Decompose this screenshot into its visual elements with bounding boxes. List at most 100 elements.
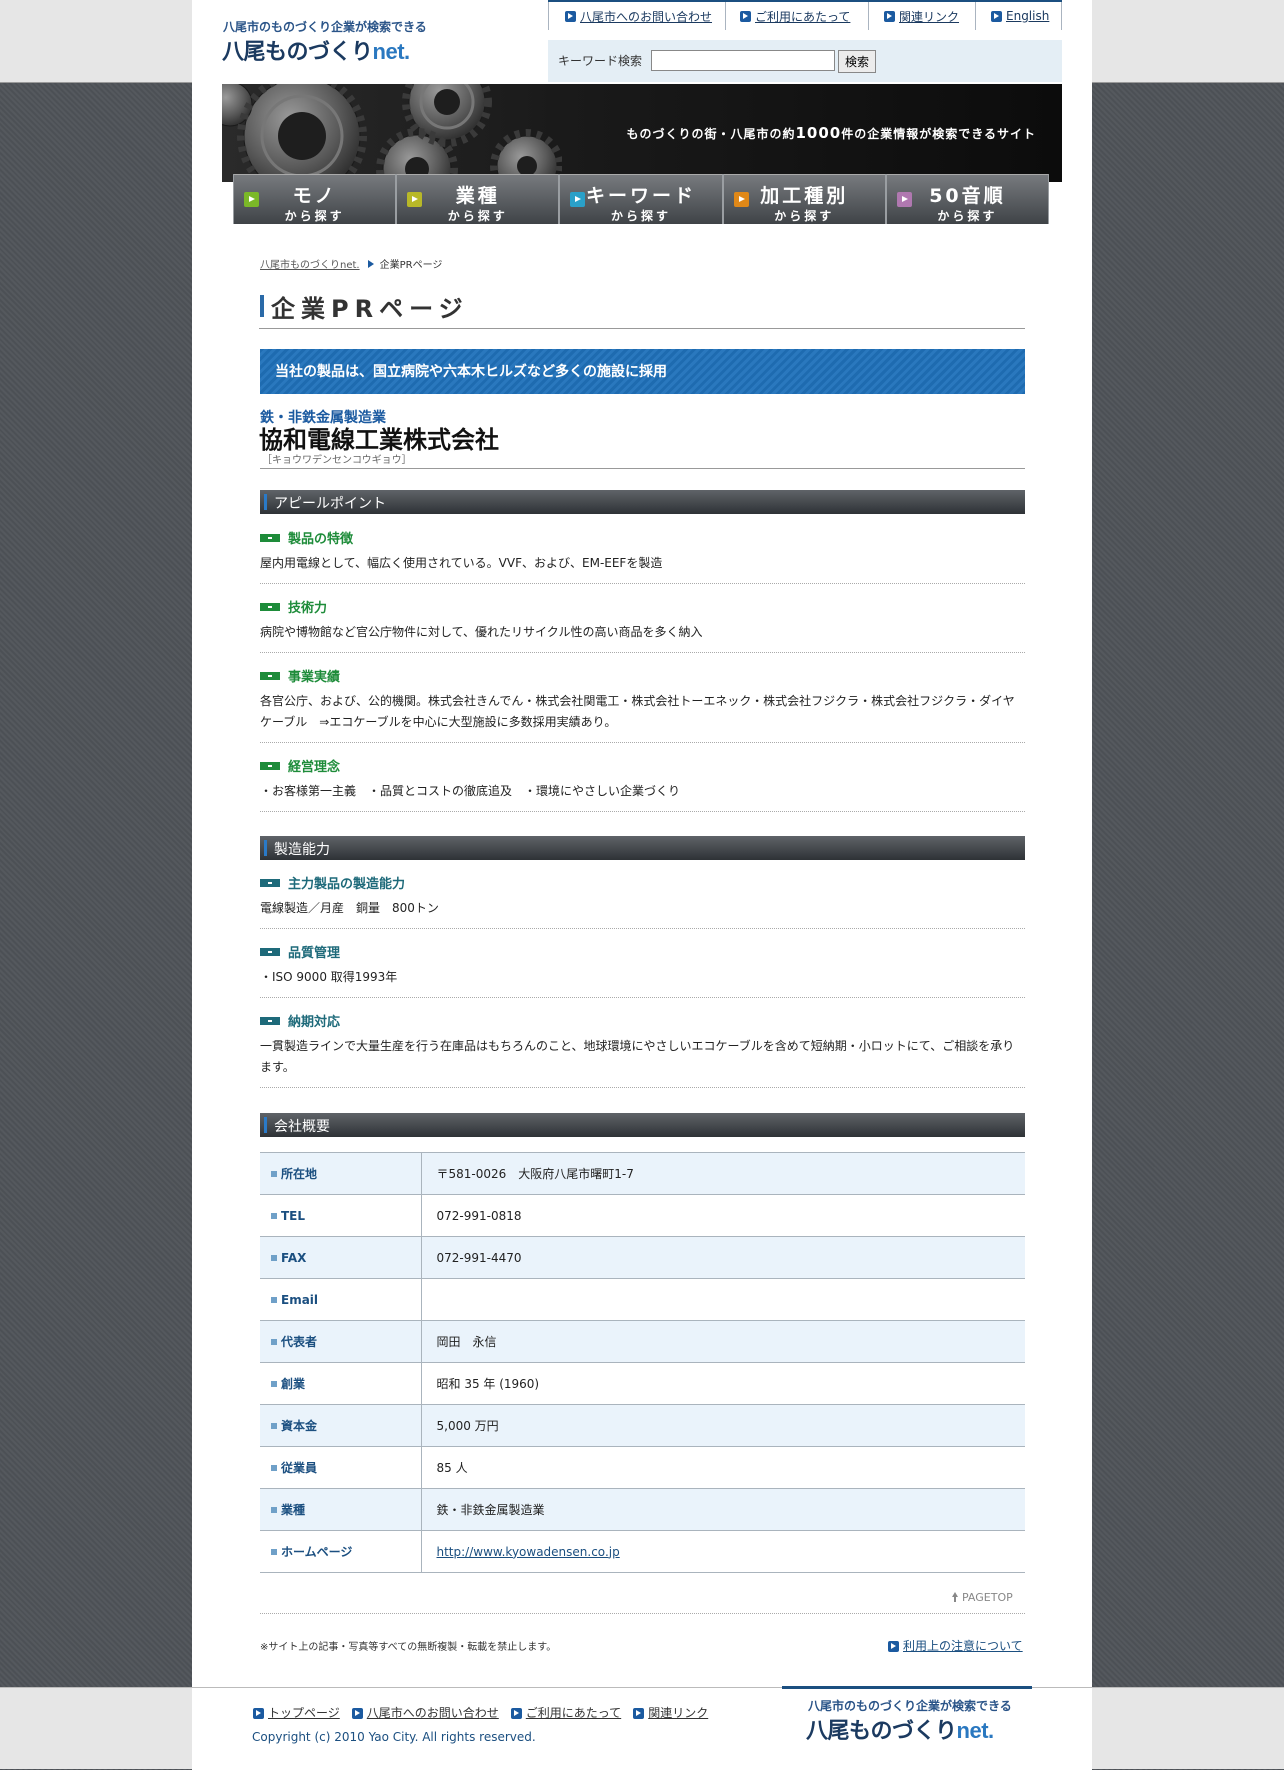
capability-item-title: 品質管理	[260, 942, 1025, 961]
section-heading-appeal: アピールポイント	[260, 490, 1025, 514]
capability-item: 品質管理 ・ISO 9000 取得1993年	[260, 942, 1025, 988]
arrow-icon	[244, 192, 259, 207]
appeal-item-title: 経営理念	[260, 756, 1025, 775]
main-navigation: モノ から探す 業種 から探す キーワード から探す 加工種別 から探す 50音順 から探…	[233, 174, 1049, 224]
capability-item-title: 主力製品の製造能力	[260, 873, 1025, 892]
appeal-item: 経営理念・お客様第一主義 ・品質とコストの徹底追及 ・環境にやさしい企業づくり	[260, 756, 1025, 802]
toplink-label: 関連リンク	[899, 9, 960, 24]
appeal-item-title-text: 事業実績	[288, 670, 341, 685]
toplink-english[interactable]: English	[975, 2, 1062, 30]
search-input[interactable]	[651, 50, 835, 71]
site-logo-suffix: net.	[372, 39, 411, 64]
arrow-icon	[407, 192, 423, 207]
hero-tagline: ものづくりの街・八尾市の約1000件の企業情報が検索できるサイト	[626, 124, 1036, 142]
profile-value: 072-991-0818	[421, 1194, 1025, 1237]
hero-banner: ものづくりの街・八尾市の約1000件の企業情報が検索できるサイト	[222, 84, 1062, 182]
hero-text-number: 1000	[795, 124, 842, 142]
capability-item-title-text: 主力製品の製造能力	[288, 877, 406, 892]
appeal-item: 製品の特徴 屋内用電線として、幅広く使用されている。VVF、および、EM-EEFを…	[260, 528, 1025, 574]
toplink-contact[interactable]: 八尾市へのお問い合わせ	[548, 2, 725, 30]
company-name: 協和電線工業株式会社	[259, 426, 499, 454]
dotted-divider	[260, 583, 1025, 584]
nav-search-by-keyword[interactable]: キーワード から探す	[560, 174, 722, 224]
table-row: 代表者 岡田 永信	[260, 1320, 1025, 1363]
title-accent-bar	[260, 295, 264, 317]
company-profile-table: 所在地 〒581-0026 大阪府八尾市曙町1-7 TEL 072-991-0818…	[260, 1152, 1025, 1573]
nav-search-by-process[interactable]: 加工種別 から探す	[723, 174, 885, 224]
site-logo-name: 八尾ものづくり	[222, 39, 373, 64]
site-logo-tagline: 八尾市のものづくり企業が検索できる	[223, 20, 427, 34]
section-marker-icon	[260, 948, 280, 956]
footer-logo[interactable]: 八尾市のものづくり企業が検索できる 八尾ものづくりnet.	[782, 1686, 1032, 1760]
capability-item: 主力製品の製造能力電線製造／月産 銅量 800トン	[260, 873, 1025, 919]
pagetop-label: PAGETOP	[962, 1591, 1013, 1604]
section-marker-icon	[260, 603, 280, 611]
search-button[interactable]: 検索	[838, 50, 876, 73]
dotted-divider	[260, 811, 1025, 812]
table-row: TEL 072-991-0818	[260, 1194, 1025, 1237]
arrow-icon	[733, 192, 749, 207]
page-title-text: 企業PRページ	[271, 295, 469, 323]
profile-key: Email	[260, 1278, 422, 1321]
dotted-divider	[260, 1613, 1025, 1614]
table-row: 従業員 85 人	[260, 1446, 1025, 1489]
section-marker-icon	[260, 672, 280, 680]
gears-image	[222, 84, 562, 182]
copyright: Copyright (c) 2010 Yao City. All rights …	[252, 1730, 536, 1744]
arrow-icon	[570, 192, 586, 207]
profile-value: http://www.kyowadensen.co.jp	[421, 1530, 1025, 1573]
capability-item-text: 電線製造／月産 銅量 800トン	[260, 901, 439, 915]
arrow-icon	[253, 1708, 264, 1719]
arrow-icon	[896, 192, 912, 207]
profile-key: 所在地	[260, 1152, 422, 1195]
arrow-icon	[884, 10, 895, 22]
footer-link-related[interactable]: 関連リンク	[633, 1704, 708, 1721]
footer-link-contact[interactable]: 八尾市へのお問い合わせ	[351, 1704, 499, 1721]
pagetop-link[interactable]: PAGETOP	[952, 1591, 1013, 1604]
appeal-item-title-text: 製品の特徴	[288, 532, 354, 547]
nav-subtitle: から探す	[447, 209, 508, 223]
nav-search-by-kana[interactable]: 50音順 から探す	[886, 174, 1049, 224]
terms-link[interactable]: 利用上の注意について	[888, 1637, 1023, 1654]
nav-search-by-industry[interactable]: 業種 から探す	[397, 174, 559, 224]
search-label: キーワード検索	[558, 54, 643, 68]
toplink-related[interactable]: 関連リンク	[868, 2, 975, 30]
table-row: 創業 昭和 35 年 (1960)	[260, 1362, 1025, 1405]
dotted-divider	[260, 928, 1025, 929]
hero-text-suffix: 件の企業情報が検索できるサイト	[841, 127, 1036, 141]
breadcrumb-arrow-icon	[367, 260, 374, 268]
table-row: 資本金 5,000 万円	[260, 1404, 1025, 1447]
breadcrumb-home-link[interactable]: 八尾市ものづくりnet.	[260, 260, 360, 271]
footer-link-label: トップページ	[268, 1706, 340, 1720]
appeal-item-title: 製品の特徴	[260, 528, 1025, 547]
divider	[260, 468, 1025, 469]
section-marker-icon	[260, 1017, 280, 1025]
profile-value: 鉄・非鉄金属製造業	[421, 1488, 1025, 1531]
footer-link-usage[interactable]: ご利用にあたって	[510, 1704, 622, 1721]
profile-value: 〒581-0026 大阪府八尾市曙町1-7	[421, 1152, 1025, 1195]
table-row: FAX 072-991-4470	[260, 1236, 1025, 1279]
hero-text-prefix: ものづくりの街・八尾市の約	[626, 127, 796, 141]
appeal-item-text: 病院や博物館など官公庁物件に対して、優れたリサイクル性の高い商品を多く納入	[260, 625, 703, 639]
terms-link-label: 利用上の注意について	[903, 1639, 1023, 1653]
footer	[0, 1687, 1284, 1770]
profile-key: 従業員	[260, 1446, 422, 1489]
site-logo[interactable]: 八尾ものづくりnet.	[222, 34, 410, 66]
appeal-item-title: 技術力	[260, 597, 1025, 616]
capability-item-title-text: 納期対応	[288, 1015, 341, 1030]
top-links: 八尾市へのお問い合わせ ご利用にあたって 関連リンク English	[548, 0, 1062, 30]
profile-key: 資本金	[260, 1404, 422, 1447]
appeal-item-text: ・お客様第一主義 ・品質とコストの徹底追及 ・環境にやさしい企業づくり	[260, 784, 681, 798]
footer-link-label: ご利用にあたって	[525, 1706, 622, 1720]
nav-subtitle: から探す	[284, 209, 345, 223]
arrow-icon	[740, 10, 751, 22]
nav-search-by-product[interactable]: モノ から探す	[234, 174, 396, 224]
dotted-divider	[260, 742, 1025, 743]
homepage-link[interactable]: http://www.kyowadensen.co.jp	[437, 1545, 620, 1559]
toplink-label: ご利用にあたって	[755, 9, 851, 24]
arrow-icon	[991, 10, 1002, 22]
toplink-usage[interactable]: ご利用にあたって	[725, 2, 868, 30]
footer-link-top[interactable]: トップページ	[253, 1704, 340, 1721]
capability-item-title-text: 品質管理	[288, 946, 341, 961]
footer-link-label: 関連リンク	[648, 1706, 709, 1720]
